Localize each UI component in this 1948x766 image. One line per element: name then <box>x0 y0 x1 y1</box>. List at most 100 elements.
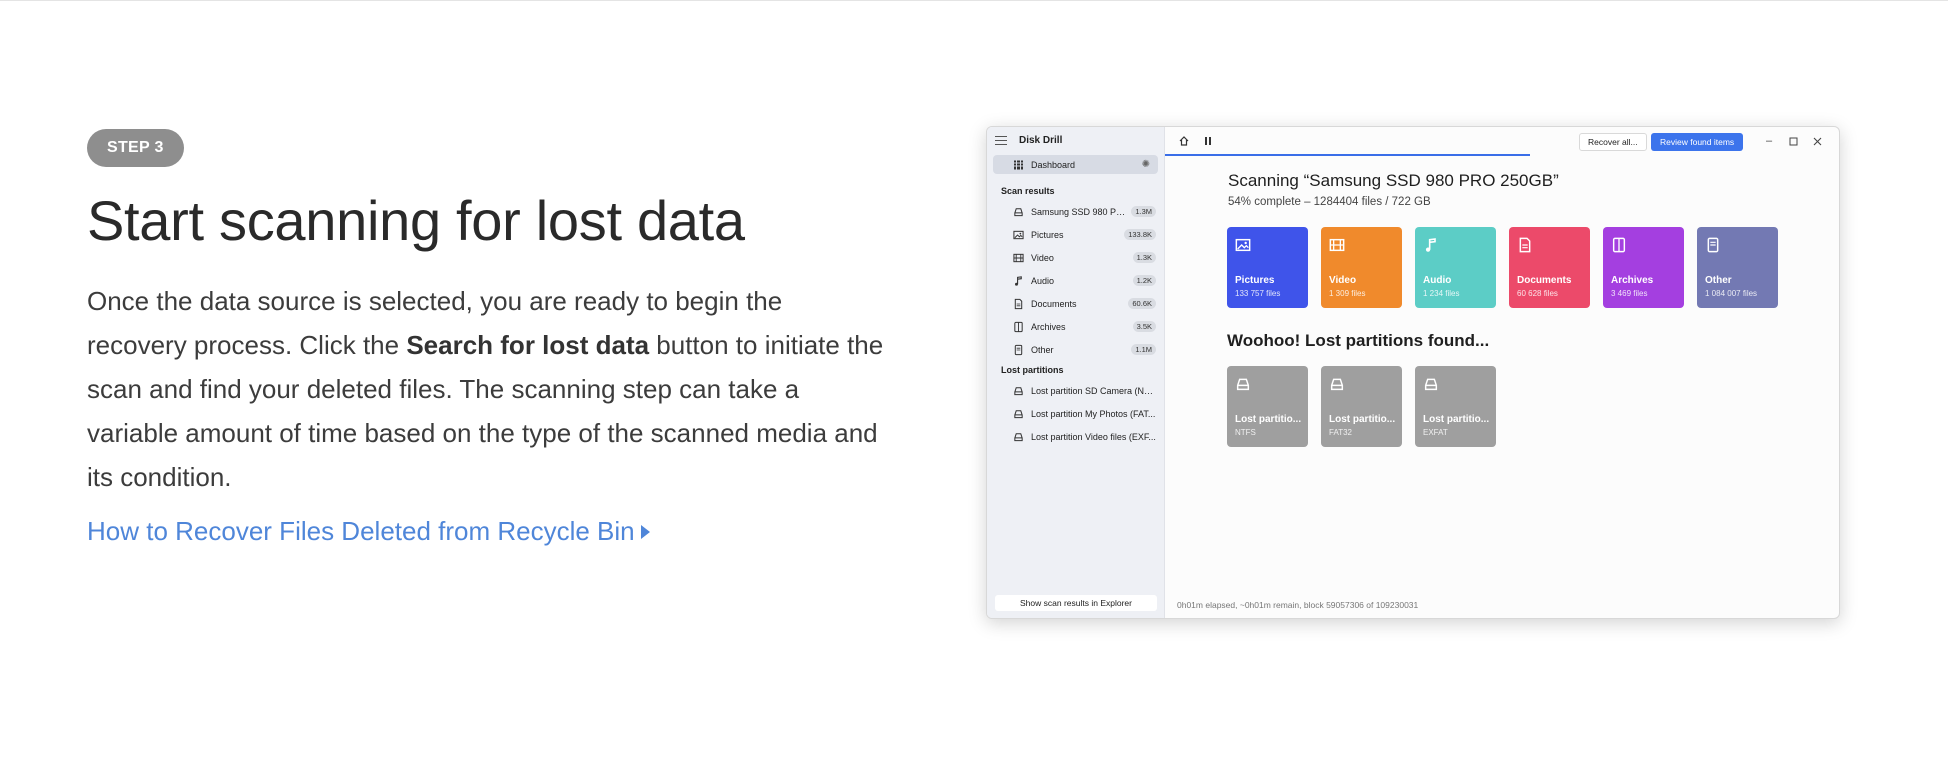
sidebar-item-label: Lost partition SD Camera (NT... <box>1031 385 1156 396</box>
sidebar-item-scan-result[interactable]: Audio 1.2K <box>987 269 1164 292</box>
scan-progress-text: 54% complete – 1284404 files / 722 GB <box>1228 196 1431 208</box>
file-icon <box>1013 344 1024 355</box>
count-badge: 133.8K <box>1124 229 1156 240</box>
file-type-tile[interactable]: Pictures 133 757 files <box>1227 227 1308 308</box>
image-icon <box>1013 229 1024 240</box>
file-type-tile[interactable]: Other 1 084 007 files <box>1697 227 1778 308</box>
page-title: Start scanning for lost data <box>87 189 745 252</box>
drive-icon <box>1013 385 1024 396</box>
sidebar-item-lost-partition[interactable]: Lost partition SD Camera (NT... <box>987 379 1164 402</box>
sidebar-item-label: Documents <box>1031 298 1077 309</box>
drive-icon <box>1013 206 1024 217</box>
count-badge: 1.1M <box>1131 344 1156 355</box>
tile-file-count: 60 628 files <box>1517 289 1558 298</box>
count-badge: 3.5K <box>1132 321 1156 332</box>
scan-progress-bar <box>1165 154 1530 156</box>
document-icon <box>1013 298 1024 309</box>
lost-partition-tile[interactable]: Lost partitio... FAT32 <box>1321 366 1402 447</box>
sidebar-item-scan-result[interactable]: Documents 60.6K <box>987 292 1164 315</box>
drive-icon <box>1013 431 1024 442</box>
file-icon <box>1705 237 1721 253</box>
drive-icon <box>1013 408 1024 419</box>
document-icon <box>1517 237 1533 253</box>
tile-name: Lost partitio... <box>1235 414 1302 425</box>
sidebar-item-lost-partition[interactable]: Lost partition Video files (EXF... <box>987 425 1164 448</box>
sidebar-item-label: Video <box>1031 252 1054 263</box>
status-bar: 0h01m elapsed, ~0h01m remain, block 5905… <box>1177 600 1419 610</box>
app-title: Disk Drill <box>1019 134 1063 146</box>
recycle-bin-guide-link[interactable]: How to Recover Files Deleted from Recycl… <box>87 516 650 547</box>
lost-partition-tiles: Lost partitio... NTFS Lost partitio... FAT3… <box>1227 366 1496 447</box>
archive-icon <box>1611 237 1627 253</box>
minimize-icon[interactable]: – <box>1762 134 1776 148</box>
step-description: Once the data source is selected, you ar… <box>87 279 887 499</box>
scan-results-heading: Scan results <box>1001 186 1055 196</box>
image-icon <box>1235 237 1251 253</box>
tile-name: Video <box>1329 275 1357 286</box>
sidebar-item-label: Archives <box>1031 321 1066 332</box>
tile-file-count: 1 084 007 files <box>1705 289 1758 298</box>
tile-name: Other <box>1705 275 1732 286</box>
sidebar-item-label: Lost partition My Photos (FAT... <box>1031 408 1156 419</box>
file-type-tile[interactable]: Video 1 309 files <box>1321 227 1402 308</box>
drive-icon <box>1235 376 1251 395</box>
sidebar-item-dashboard[interactable]: Dashboard ✺ <box>993 155 1158 174</box>
count-badge: 1.2K <box>1132 275 1156 286</box>
tile-name: Audio <box>1423 275 1452 286</box>
review-found-items-button[interactable]: Review found items <box>1651 133 1744 151</box>
pause-icon[interactable] <box>1201 134 1215 148</box>
sidebar: Disk Drill Dashboard ✺ Scan results Sams… <box>987 127 1165 618</box>
file-type-tile[interactable]: Archives 3 469 files <box>1603 227 1684 308</box>
home-icon[interactable] <box>1177 134 1191 148</box>
sidebar-item-label: Dashboard <box>1031 159 1076 170</box>
sidebar-header: Disk Drill <box>987 127 1164 153</box>
tile-file-count: 133 757 files <box>1235 289 1281 298</box>
count-badge: 1.3K <box>1132 252 1156 263</box>
tile-file-count: 1 309 files <box>1329 289 1366 298</box>
count-badge: 1.3M <box>1131 206 1156 217</box>
tile-filesystem: NTFS <box>1235 428 1256 437</box>
archive-icon <box>1013 321 1024 332</box>
disk-drill-window: Disk Drill Dashboard ✺ Scan results Sams… <box>986 126 1840 619</box>
maximize-icon[interactable] <box>1786 134 1800 148</box>
main-panel: Recover all... Review found items – Scan… <box>1165 127 1839 618</box>
file-type-tile[interactable]: Documents 60 628 files <box>1509 227 1590 308</box>
close-icon[interactable] <box>1810 134 1824 148</box>
lost-partition-tile[interactable]: Lost partitio... NTFS <box>1227 366 1308 447</box>
hamburger-menu-icon[interactable] <box>995 135 1007 145</box>
sidebar-item-label: Other <box>1031 344 1054 355</box>
music-note-icon <box>1423 237 1439 253</box>
step-badge: STEP 3 <box>87 129 184 167</box>
sidebar-item-label: Audio <box>1031 275 1055 286</box>
tile-name: Archives <box>1611 275 1654 286</box>
tile-file-count: 1 234 files <box>1423 289 1460 298</box>
sidebar-item-lost-partition[interactable]: Lost partition My Photos (FAT... <box>987 402 1164 425</box>
sidebar-item-scan-result[interactable]: Pictures 133.8K <box>987 223 1164 246</box>
grid-icon <box>1013 159 1024 170</box>
tile-filesystem: FAT32 <box>1329 428 1352 437</box>
lost-partitions-heading: Lost partitions <box>1001 365 1064 375</box>
description-bold: Search for lost data <box>406 330 650 361</box>
scan-results-list: Samsung SSD 980 PRO... 1.3M Pictures 133.8K… <box>987 200 1164 361</box>
sidebar-item-scan-result[interactable]: Other 1.1M <box>987 338 1164 361</box>
show-in-explorer-button[interactable]: Show scan results in Explorer <box>995 595 1157 611</box>
film-icon <box>1329 237 1345 253</box>
tile-name: Lost partitio... <box>1329 414 1396 425</box>
recover-all-button[interactable]: Recover all... <box>1579 133 1647 151</box>
count-badge: 60.6K <box>1128 298 1156 309</box>
tile-file-count: 3 469 files <box>1611 289 1648 298</box>
sidebar-item-scan-result[interactable]: Archives 3.5K <box>987 315 1164 338</box>
file-type-tile[interactable]: Audio 1 234 files <box>1415 227 1496 308</box>
drive-icon <box>1329 376 1345 395</box>
sidebar-item-scan-result[interactable]: Video 1.3K <box>987 246 1164 269</box>
lost-partitions-list: Lost partition SD Camera (NT... Lost part… <box>987 379 1164 448</box>
sidebar-item-label: Pictures <box>1031 229 1064 240</box>
scan-title: Scanning “Samsung SSD 980 PRO 250GB” <box>1228 171 1559 190</box>
lost-partitions-title: Woohoo! Lost partitions found... <box>1227 331 1490 350</box>
sidebar-item-label: Lost partition Video files (EXF... <box>1031 431 1156 442</box>
film-icon <box>1013 252 1024 263</box>
tile-filesystem: EXFAT <box>1423 428 1448 437</box>
sidebar-item-scan-result[interactable]: Samsung SSD 980 PRO... 1.3M <box>987 200 1164 223</box>
loading-spinner-icon: ✺ <box>1141 159 1150 170</box>
lost-partition-tile[interactable]: Lost partitio... EXFAT <box>1415 366 1496 447</box>
